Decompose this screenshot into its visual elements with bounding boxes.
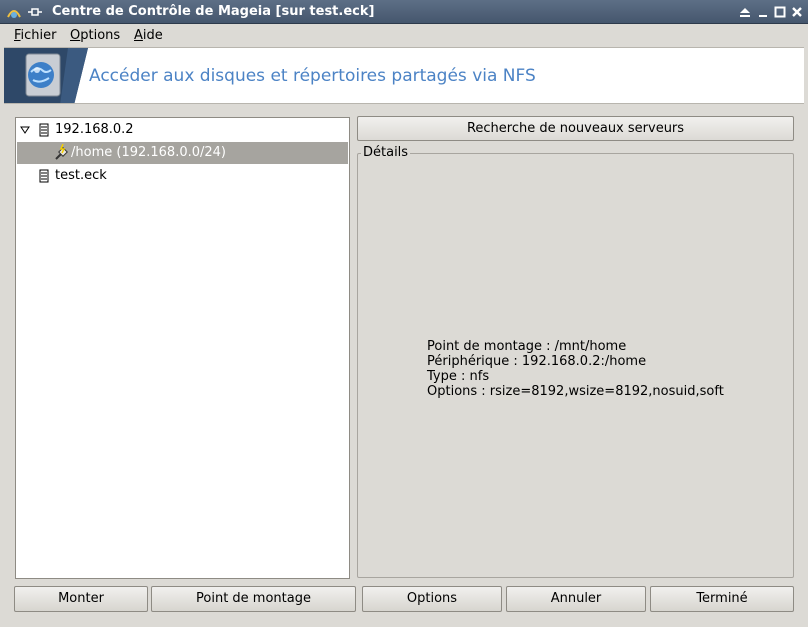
server-icon [38, 169, 50, 183]
minimize-icon[interactable] [755, 4, 771, 20]
share-plug-icon [53, 143, 69, 162]
pin-icon[interactable] [28, 6, 42, 18]
options-button[interactable]: Options [362, 586, 502, 612]
details-text: Point de montage : /mnt/home Périphériqu… [427, 339, 724, 399]
server-icon [38, 123, 50, 137]
banner-title: Accéder aux disques et répertoires parta… [89, 66, 536, 86]
tree-item-server-192-168-0-2[interactable]: 192.168.0.2 [17, 119, 348, 141]
banner: Accéder aux disques et répertoires parta… [4, 47, 804, 104]
search-new-servers-button[interactable]: Recherche de nouveaux serveurs [357, 116, 794, 141]
mount-button[interactable]: Monter [14, 586, 148, 612]
close-icon[interactable] [789, 4, 805, 20]
menu-options[interactable]: Options [70, 28, 120, 43]
detail-options: Options : rsize=8192,wsize=8192,nosuid,s… [427, 384, 724, 399]
maximize-icon[interactable] [772, 4, 788, 20]
expander-down-icon[interactable] [20, 124, 30, 134]
tree-item-server-test-eck[interactable]: test.eck [17, 165, 348, 187]
done-button[interactable]: Terminé [650, 586, 794, 612]
cancel-button[interactable]: Annuler [506, 586, 646, 612]
server-tree[interactable]: 192.168.0.2 /home (192.168.0.0/24) test.… [15, 117, 350, 579]
menu-bar: Fichier Options Aide [4, 24, 804, 47]
tree-item-label: 192.168.0.2 [55, 122, 134, 137]
menu-options-label: Options [70, 28, 121, 43]
tree-item-label: /home (192.168.0.0/24) [71, 145, 226, 160]
detail-mount-point: Point de montage : /mnt/home [427, 339, 627, 354]
tree-item-label: test.eck [55, 168, 107, 183]
shade-icon[interactable] [737, 4, 753, 20]
window-title: Centre de Contrôle de Mageia [sur test.e… [52, 4, 375, 19]
nfs-disk-globe-icon [4, 48, 88, 103]
detail-device: Périphérique : 192.168.0.2:/home [427, 354, 647, 369]
menu-aide[interactable]: Aide [134, 28, 163, 43]
menu-aide-label: Aide [134, 28, 163, 43]
title-bar: Centre de Contrôle de Mageia [sur test.e… [0, 0, 808, 24]
menu-fichier-label: Fichier [14, 28, 57, 43]
tree-item-share-home[interactable]: /home (192.168.0.0/24) [17, 142, 348, 164]
menu-fichier[interactable]: Fichier [14, 28, 57, 43]
details-legend: Détails [361, 145, 411, 160]
mount-point-button[interactable]: Point de montage [151, 586, 356, 612]
detail-type: Type : nfs [427, 369, 490, 384]
mageia-app-icon[interactable] [6, 4, 22, 20]
